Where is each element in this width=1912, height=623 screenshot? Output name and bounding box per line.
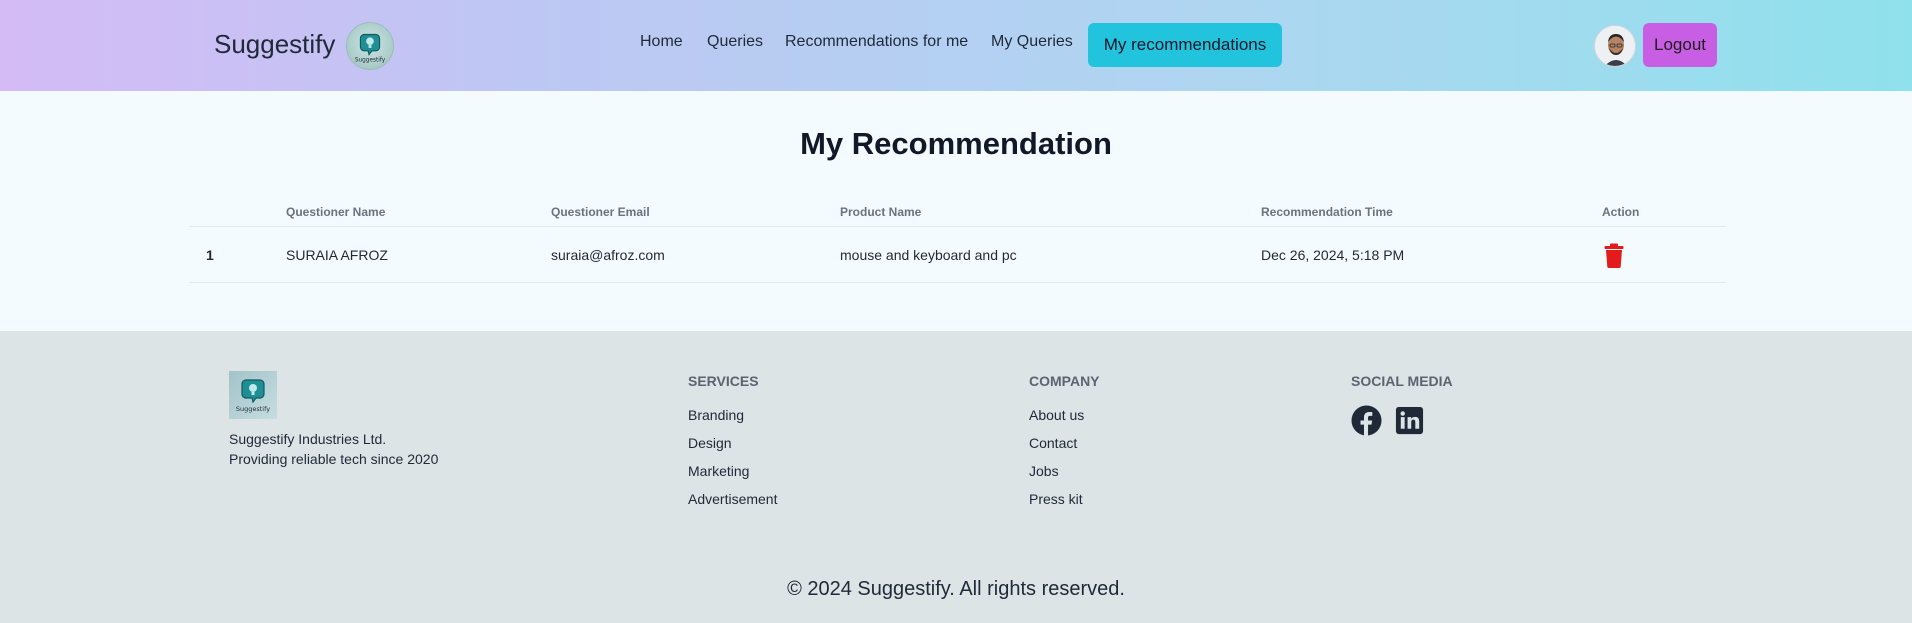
nav-recommendations-for-me[interactable]: Recommendations for me — [785, 33, 968, 51]
footer-company-title: COMPANY — [1029, 373, 1100, 389]
footer-company-tagline: Providing reliable tech since 2020 — [229, 451, 439, 467]
row-recommendation-time: Dec 26, 2024, 5:18 PM — [1261, 247, 1405, 263]
nav-my-queries[interactable]: My Queries — [991, 33, 1073, 51]
footer-link-jobs[interactable]: Jobs — [1029, 461, 1100, 489]
logo-graphic: Suggestify — [355, 33, 386, 63]
logout-button[interactable]: Logout — [1643, 23, 1717, 67]
brand-name[interactable]: Suggestify — [214, 29, 335, 60]
facebook-icon[interactable] — [1351, 405, 1382, 436]
header-action: Action — [1602, 205, 1640, 219]
footer-logo: Suggestify — [229, 371, 277, 419]
main-content: My Recommendation Questioner Name Questi… — [0, 91, 1912, 331]
avatar-image — [1595, 26, 1635, 66]
svg-text:Suggestify: Suggestify — [355, 57, 386, 63]
copyright-text: © 2024 Suggestify. All rights reserved. — [787, 578, 1125, 600]
footer-social: SOCIAL MEDIA — [1351, 373, 1453, 436]
row-index: 1 — [206, 247, 214, 263]
table-header: Questioner Name Questioner Email Product… — [189, 197, 1725, 227]
footer-link-about-us[interactable]: About us — [1029, 405, 1100, 433]
page-title: My Recommendation — [800, 126, 1112, 161]
footer-company-info: Suggestify Industries Ltd. Providing rel… — [229, 429, 438, 469]
row-product-name: mouse and keyboard and pc — [840, 247, 1017, 263]
footer-link-marketing[interactable]: Marketing — [688, 461, 777, 489]
nav-my-recommendations[interactable]: My recommendations — [1088, 23, 1282, 67]
footer-link-advertisement[interactable]: Advertisement — [688, 489, 777, 517]
trash-icon[interactable] — [1604, 243, 1624, 268]
social-icons — [1351, 405, 1453, 436]
footer-link-press-kit[interactable]: Press kit — [1029, 489, 1100, 517]
header-questioner-email: Questioner Email — [551, 205, 650, 219]
footer-link-contact[interactable]: Contact — [1029, 433, 1100, 461]
header-product-name: Product Name — [840, 205, 922, 219]
footer-social-title: SOCIAL MEDIA — [1351, 373, 1453, 389]
brand-logo[interactable]: Suggestify — [346, 22, 394, 70]
footer-company-name: Suggestify Industries Ltd. — [229, 431, 387, 447]
row-questioner-email: suraia@afroz.com — [551, 247, 665, 263]
user-avatar[interactable] — [1594, 25, 1636, 67]
footer-logo-graphic: Suggestify — [236, 379, 270, 413]
footer-link-design[interactable]: Design — [688, 433, 777, 461]
linkedin-icon[interactable] — [1394, 405, 1425, 436]
nav-queries[interactable]: Queries — [707, 33, 763, 51]
footer: Suggestify Suggestify Industries Ltd. Pr… — [0, 331, 1912, 623]
footer-services-title: SERVICES — [688, 373, 759, 389]
navbar: Suggestify Suggestify Home Queries Recom… — [0, 0, 1912, 91]
svg-text:Suggestify: Suggestify — [236, 405, 270, 413]
footer-services: SERVICES Branding Design Marketing Adver… — [688, 373, 777, 517]
footer-company: COMPANY About us Contact Jobs Press kit — [1029, 373, 1100, 517]
header-recommendation-time: Recommendation Time — [1261, 205, 1393, 219]
table-row: 1 SURAIA AFROZ suraia@afroz.com mouse an… — [189, 228, 1725, 283]
nav-home[interactable]: Home — [640, 33, 683, 51]
footer-link-branding[interactable]: Branding — [688, 405, 777, 433]
row-questioner-name: SURAIA AFROZ — [286, 247, 388, 263]
header-questioner-name: Questioner Name — [286, 205, 386, 219]
